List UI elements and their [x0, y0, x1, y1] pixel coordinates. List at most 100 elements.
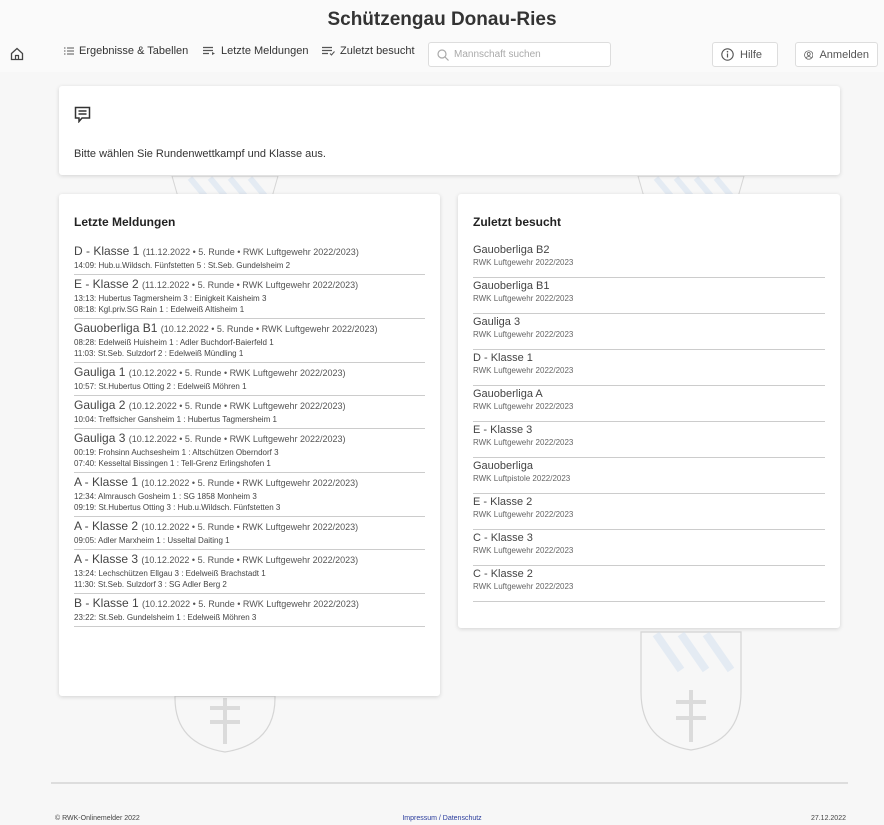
league-name: D - Klasse 1 — [473, 352, 533, 364]
latest-messages-title: Letzte Meldungen — [74, 215, 176, 229]
match-result: 23:22: St.Seb. Gundelsheim 1 : Edelweiß … — [74, 613, 257, 622]
message-meta: (10.12.2022 • 5. Runde • RWK Luftgewehr … — [142, 599, 359, 609]
league-name: D - Klasse 1 — [74, 244, 140, 258]
list-item[interactable]: D - Klasse 1 (11.12.2022 • 5. Runde • RW… — [74, 242, 425, 275]
list-item[interactable]: Gauliga 3 RWK Luftgewehr 2022/2023 — [473, 314, 825, 350]
list-item[interactable]: Gauliga 3 (10.12.2022 • 5. Runde • RWK L… — [74, 429, 425, 473]
message-icon — [74, 106, 91, 123]
match-result: 13:13: Hubertus Tagmersheim 3 : Einigkei… — [74, 294, 267, 303]
message-meta: (10.12.2022 • 5. Runde • RWK Luftgewehr … — [128, 434, 346, 444]
competition-name: RWK Luftgewehr 2022/2023 — [473, 366, 574, 375]
league-name: Gauliga 3 — [74, 431, 126, 445]
nav-results[interactable]: Ergebnisse & Tabellen — [64, 45, 188, 57]
list-item[interactable]: C - Klasse 3 RWK Luftgewehr 2022/2023 — [473, 530, 825, 566]
latest-messages-list: D - Klasse 1 (11.12.2022 • 5. Runde • RW… — [74, 242, 425, 627]
competition-name: RWK Luftgewehr 2022/2023 — [473, 330, 574, 339]
match-result: 07:40: Kesseltal Bissingen 1 : Tell-Gren… — [74, 459, 271, 468]
match-result: 10:04: Treffsicher Gansheim 1 : Hubertus… — [74, 415, 277, 424]
league-name: E - Klasse 2 — [74, 277, 139, 291]
search-input[interactable] — [454, 49, 604, 60]
league-name: Gauoberliga A — [473, 388, 543, 400]
competition-name: RWK Luftgewehr 2022/2023 — [473, 438, 574, 447]
nav-bar: Ergebnisse & Tabellen Letzte Meldungen Z… — [0, 41, 884, 69]
info-icon — [721, 48, 734, 61]
message-meta: (10.12.2022 • 5. Runde • RWK Luftgewehr … — [141, 522, 359, 532]
match-result: 11:03: St.Seb. Sulzdorf 2 : Edelweiß Mün… — [74, 349, 244, 358]
message-meta: (10.12.2022 • 5. Runde • RWK Luftgewehr … — [128, 401, 346, 411]
recent-icon — [322, 46, 335, 56]
nav-results-label: Ergebnisse & Tabellen — [79, 45, 189, 57]
match-result: 14:09: Hub.u.Wildsch. Fünfstetten 5 : St… — [74, 261, 291, 270]
league-name: A - Klasse 2 — [74, 519, 139, 533]
league-name: Gauoberliga B1 — [74, 321, 158, 335]
user-icon — [804, 49, 814, 60]
list-icon — [64, 47, 74, 55]
competition-name: RWK Luftgewehr 2022/2023 — [473, 402, 574, 411]
league-name: E - Klasse 2 — [473, 496, 533, 508]
list-item[interactable]: Gauoberliga B1 RWK Luftgewehr 2022/2023 — [473, 278, 825, 314]
latest-messages-card: Letzte Meldungen D - Klasse 1 (11.12.202… — [59, 194, 440, 696]
list-item[interactable]: Gauoberliga B1 (10.12.2022 • 5. Runde • … — [74, 319, 425, 363]
league-name: Gauoberliga B2 — [473, 244, 550, 256]
list-item[interactable]: B - Klasse 1 (10.12.2022 • 5. Runde • RW… — [74, 594, 425, 627]
list-item[interactable]: Gauoberliga A RWK Luftgewehr 2022/2023 — [473, 386, 825, 422]
crest-watermark-bottom-left — [174, 696, 276, 753]
league-name: C - Klasse 3 — [473, 532, 533, 544]
recent-visits-card: Zuletzt besucht Gauoberliga B2 RWK Luftg… — [458, 194, 840, 628]
match-result: 11:30: St.Seb. Sulzdorf 3 : SG Adler Ber… — [74, 580, 227, 589]
nav-latest[interactable]: Letzte Meldungen — [203, 45, 308, 57]
login-label: Anmelden — [819, 48, 869, 61]
league-name: E - Klasse 3 — [473, 424, 533, 436]
league-name: Gauliga 2 — [74, 398, 126, 412]
message-meta: (10.12.2022 • 5. Runde • RWK Luftgewehr … — [141, 478, 359, 488]
help-button[interactable]: Hilfe — [712, 42, 778, 67]
nav-recent[interactable]: Zuletzt besucht — [322, 45, 415, 57]
list-item[interactable]: A - Klasse 3 (10.12.2022 • 5. Runde • RW… — [74, 550, 425, 594]
match-result: 10:57: St.Hubertus Otting 2 : Edelweiß M… — [74, 382, 247, 391]
footer-legal-links[interactable]: Impressum / Datenschutz — [0, 815, 884, 822]
match-result: 08:28: Edelweiß Huisheim 1 : Adler Buchd… — [74, 338, 274, 347]
list-item[interactable]: A - Klasse 2 (10.12.2022 • 5. Runde • RW… — [74, 517, 425, 550]
list-item[interactable]: E - Klasse 2 (11.12.2022 • 5. Runde • RW… — [74, 275, 425, 319]
league-name: B - Klasse 1 — [74, 596, 139, 610]
message-meta: (11.12.2022 • 5. Runde • RWK Luftgewehr … — [142, 280, 359, 290]
list-item[interactable]: Gauliga 1 (10.12.2022 • 5. Runde • RWK L… — [74, 363, 425, 396]
help-label: Hilfe — [740, 48, 763, 61]
list-item[interactable]: E - Klasse 3 RWK Luftgewehr 2022/2023 — [473, 422, 825, 458]
message-meta: (11.12.2022 • 5. Runde • RWK Luftgewehr … — [142, 247, 359, 257]
match-result: 12:34: Almrausch Gosheim 1 : SG 1858 Mon… — [74, 492, 257, 501]
latest-messages-icon — [203, 46, 215, 55]
message-meta: (10.12.2022 • 5. Runde • RWK Luftgewehr … — [160, 324, 378, 334]
login-button[interactable]: Anmelden — [795, 42, 878, 67]
list-item[interactable]: Gauoberliga RWK Luftpistole 2022/2023 — [473, 458, 825, 494]
home-icon — [10, 47, 24, 61]
recent-visits-title: Zuletzt besucht — [473, 215, 562, 229]
match-result: 09:05: Adler Marxheim 1 : Usseltal Daiti… — [74, 536, 230, 545]
competition-name: RWK Luftpistole 2022/2023 — [473, 474, 571, 483]
list-item[interactable]: A - Klasse 1 (10.12.2022 • 5. Runde • RW… — [74, 473, 425, 517]
message-meta: (10.12.2022 • 5. Runde • RWK Luftgewehr … — [128, 368, 346, 378]
list-item[interactable]: D - Klasse 1 RWK Luftgewehr 2022/2023 — [473, 350, 825, 386]
league-name: Gauoberliga — [473, 460, 533, 472]
team-search[interactable] — [428, 42, 611, 67]
info-text: Bitte wählen Sie Rundenwettkampf und Kla… — [74, 148, 326, 160]
list-item[interactable]: C - Klasse 2 RWK Luftgewehr 2022/2023 — [473, 566, 825, 602]
list-item[interactable]: E - Klasse 2 RWK Luftgewehr 2022/2023 — [473, 494, 825, 530]
list-item[interactable]: Gauliga 2 (10.12.2022 • 5. Runde • RWK L… — [74, 396, 425, 429]
recent-visits-list: Gauoberliga B2 RWK Luftgewehr 2022/2023 … — [473, 242, 825, 602]
league-name: Gauliga 1 — [74, 365, 126, 379]
league-name: A - Klasse 1 — [74, 475, 139, 489]
match-result: 09:19: St.Hubertus Otting 3 : Hub.u.Wild… — [74, 503, 281, 512]
message-meta: (10.12.2022 • 5. Runde • RWK Luftgewehr … — [141, 555, 359, 565]
competition-name: RWK Luftgewehr 2022/2023 — [473, 294, 574, 303]
list-item[interactable]: Gauoberliga B2 RWK Luftgewehr 2022/2023 — [473, 242, 825, 278]
league-name: C - Klasse 2 — [473, 568, 533, 580]
home-button[interactable] — [6, 43, 28, 65]
league-name: Gauliga 3 — [473, 316, 521, 328]
competition-name: RWK Luftgewehr 2022/2023 — [473, 510, 574, 519]
competition-name: RWK Luftgewehr 2022/2023 — [473, 258, 574, 267]
nav-recent-label: Zuletzt besucht — [340, 45, 415, 57]
info-card: Bitte wählen Sie Rundenwettkampf und Kla… — [59, 86, 840, 175]
match-result: 00:19: Frohsinn Auchsesheim 1 : Altschüt… — [74, 448, 279, 457]
competition-name: RWK Luftgewehr 2022/2023 — [473, 546, 574, 555]
